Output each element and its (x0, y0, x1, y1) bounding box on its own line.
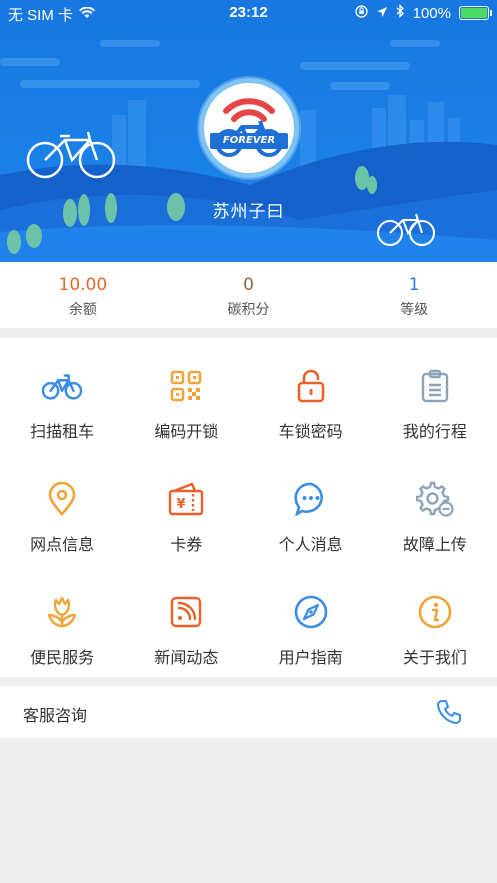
info-icon (415, 592, 455, 632)
location-arrow-icon (376, 5, 388, 22)
menu-item-user-guide[interactable]: 用户指南 (249, 564, 373, 677)
menu-label: 扫描租车 (30, 422, 95, 441)
menu-item-fault-report[interactable]: 故障上传 (373, 451, 497, 564)
menu-label: 个人消息 (278, 535, 343, 554)
menu-item-convenience-services[interactable]: 便民服务 (0, 564, 124, 677)
menu-item-about-us[interactable]: 关于我们 (373, 564, 497, 677)
compass-icon (291, 592, 331, 632)
coupon-icon: ¥ (166, 479, 206, 519)
menu-label: 我的行程 (402, 422, 467, 441)
rss-icon (166, 592, 206, 632)
stat-carbon-points[interactable]: 0 碳积分 (166, 262, 332, 328)
menu-item-coupons[interactable]: ¥ 卡券 (124, 451, 248, 564)
battery-icon (459, 6, 492, 20)
carbon-points-label: 碳积分 (227, 302, 270, 318)
menu-item-messages[interactable]: 个人消息 (249, 451, 373, 564)
stat-level[interactable]: 1 等级 (331, 262, 497, 328)
avatar[interactable]: FOREVER (199, 78, 299, 178)
svg-text:¥: ¥ (177, 497, 186, 512)
phone-icon[interactable] (435, 698, 463, 726)
stats-bar: 10.00 余额 0 碳积分 1 等级 (0, 262, 497, 328)
flower-icon (42, 592, 82, 632)
battery-percent: 100% (412, 4, 451, 22)
profile-header: 无 SIM 卡 23:12 100% FOREVER 苏州子曰 (0, 0, 497, 262)
menu-label: 便民服务 (30, 648, 95, 667)
menu-item-scan-rent[interactable]: 扫描租车 (0, 338, 124, 451)
carbon-points-value: 0 (243, 275, 254, 295)
menu-label: 车锁密码 (278, 422, 343, 441)
stat-balance[interactable]: 10.00 余额 (0, 262, 166, 328)
menu-label: 网点信息 (30, 535, 95, 554)
bluetooth-icon (396, 3, 405, 22)
menu-label: 编码开锁 (154, 422, 219, 441)
clipboard-icon (415, 366, 455, 406)
menu-label: 关于我们 (402, 648, 467, 667)
menu-label: 新闻动态 (154, 648, 219, 667)
menu-label: 用户指南 (278, 648, 343, 667)
menu-item-station-info[interactable]: 网点信息 (0, 451, 124, 564)
customer-service-label: 客服咨询 (23, 706, 88, 725)
balance-label: 余额 (68, 302, 97, 318)
gear-icon (415, 479, 455, 519)
orientation-lock-icon (354, 4, 368, 22)
logo-text: FOREVER (210, 133, 288, 149)
app-logo-icon (215, 98, 283, 157)
bicycle-icon (42, 366, 83, 406)
menu-item-news[interactable]: 新闻动态 (124, 564, 248, 677)
menu-item-my-trips[interactable]: 我的行程 (373, 338, 497, 451)
menu-grid: 扫描租车 编码开锁 车锁密码 我的行程 网点信息 ¥ 卡券 个人消息 故障上传 … (0, 338, 497, 677)
menu-item-lock-password[interactable]: 车锁密码 (249, 338, 373, 451)
menu-label: 卡券 (170, 535, 203, 554)
lock-icon (291, 366, 331, 406)
message-icon (291, 479, 331, 519)
balance-value: 10.00 (58, 275, 108, 295)
menu-item-code-unlock[interactable]: 编码开锁 (124, 338, 248, 451)
customer-service-row[interactable]: 客服咨询 (0, 686, 497, 738)
menu-label: 故障上传 (402, 535, 467, 554)
user-nickname: 苏州子曰 (212, 202, 285, 222)
level-value: 1 (408, 275, 420, 295)
level-label: 等级 (400, 302, 429, 318)
location-pin-icon (42, 479, 82, 519)
status-bar: 无 SIM 卡 23:12 100% (0, 0, 497, 28)
qr-code-icon (166, 366, 206, 406)
